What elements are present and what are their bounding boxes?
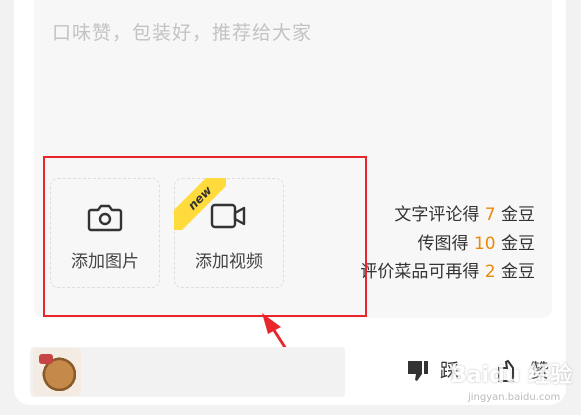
dish-thumbnail: [33, 348, 81, 396]
baidu-watermark-url: jingyan.baidu.com: [468, 392, 561, 403]
dislike-icon[interactable]: [405, 358, 431, 388]
baidu-watermark: Baidu 经验: [450, 363, 573, 388]
